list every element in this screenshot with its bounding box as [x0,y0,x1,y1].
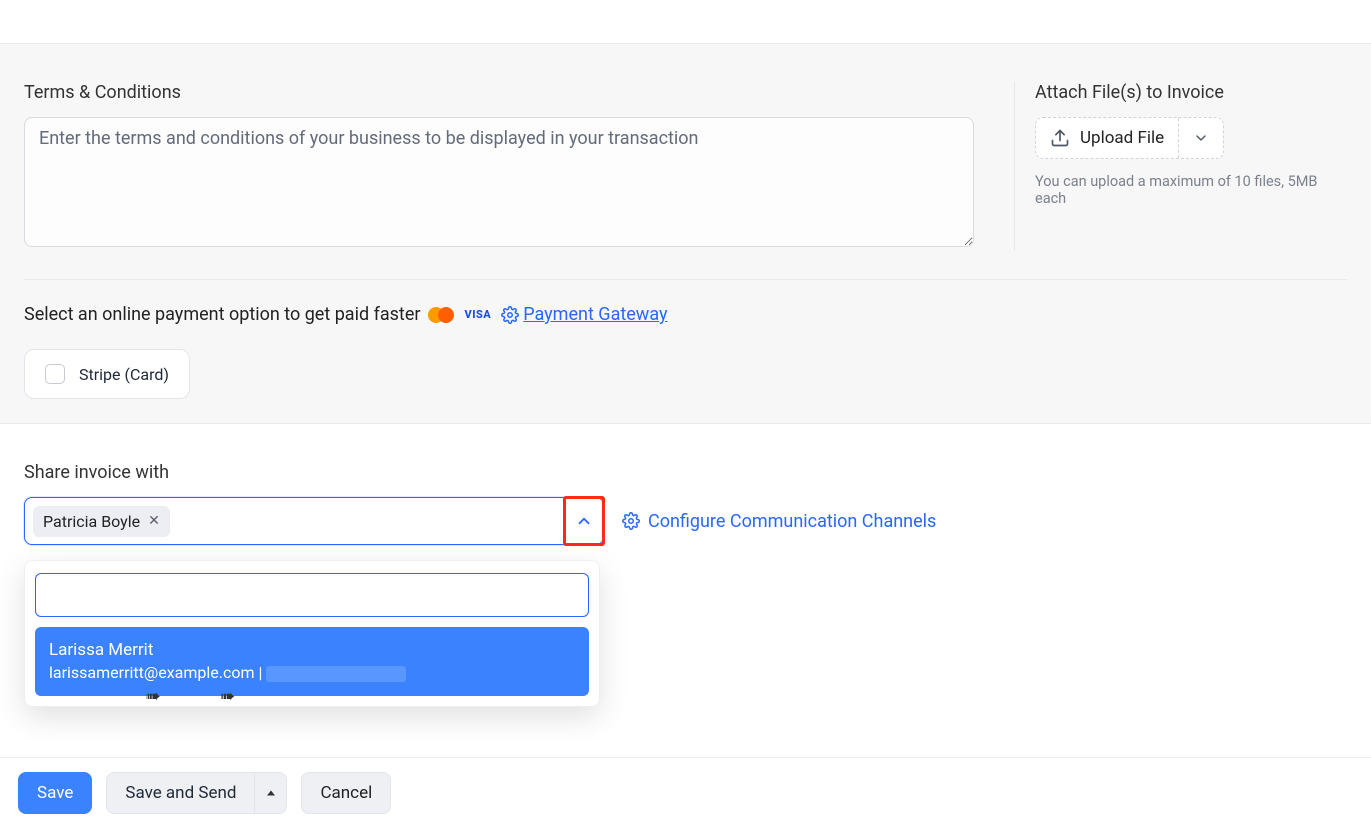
upload-file-button[interactable]: Upload File [1036,118,1179,158]
save-and-send-split: Save and Send [106,772,287,814]
share-chip: Patricia Boyle ✕ [33,506,170,537]
upload-help-text: You can upload a maximum of 10 files, 5M… [1035,173,1347,207]
save-button[interactable]: Save [18,772,92,814]
share-search-input[interactable] [35,573,589,617]
payment-prompt: Select an online payment option to get p… [24,304,420,325]
cancel-button[interactable]: Cancel [301,772,391,814]
option-email-row: larissamerritt@example.com | [49,662,575,684]
share-label: Share invoice with [24,462,1347,483]
chevron-up-icon [575,512,593,530]
configure-channels-link[interactable]: Configure Communication Channels [622,511,936,532]
settings-hint: ing to Settings ➠ Sales ➠ Invoices. [24,685,1347,706]
attach-label: Attach File(s) to Invoice [1035,82,1347,103]
upload-more-button[interactable] [1179,118,1223,158]
top-spacer [0,0,1371,44]
divider [24,279,1347,280]
payment-option-stripe[interactable]: Stripe (Card) [24,349,190,399]
share-field: Patricia Boyle ✕ [24,497,604,545]
upload-icon [1050,128,1070,148]
gear-icon [622,512,640,530]
upload-button-group: Upload File [1035,117,1224,159]
caret-up-icon [265,787,277,799]
arrow-right-icon: ➠ [146,686,161,707]
share-chip-label: Patricia Boyle [43,512,140,531]
footer-actions: Save Save and Send Cancel [0,757,1371,828]
visa-icon: VISA [464,308,491,321]
share-dropdown: Larissa Merrit larissamerritt@example.co… [24,560,600,707]
terms-textarea[interactable] [24,117,974,247]
arrow-right-icon: ➠ [220,686,235,707]
section-share: Share invoice with Patricia Boyle ✕ Conf… [0,424,1371,730]
chip-remove-icon[interactable]: ✕ [148,513,160,529]
save-and-send-more[interactable] [254,773,286,813]
gear-icon [501,306,519,324]
configure-channels-label: Configure Communication Channels [648,511,936,532]
section-terms-payment: Terms & Conditions Attach File(s) to Inv… [0,44,1371,424]
stripe-checkbox[interactable] [45,364,65,384]
mastercard-icon [428,307,456,323]
stripe-label: Stripe (Card) [79,365,169,384]
upload-file-label: Upload File [1080,128,1164,148]
payment-prompt-row: Select an online payment option to get p… [24,304,1347,325]
option-email: larissamerritt@example.com [49,663,254,682]
terms-label: Terms & Conditions [24,82,974,103]
share-dropdown-toggle[interactable] [563,496,605,546]
share-input[interactable]: Patricia Boyle ✕ [24,497,604,545]
option-redacted [266,666,406,682]
option-name: Larissa Merrit [49,639,575,662]
payment-gateway-link[interactable]: Payment Gateway [523,304,667,325]
save-and-send-button[interactable]: Save and Send [107,773,254,813]
chevron-down-icon [1193,130,1209,146]
share-dropdown-option[interactable]: Larissa Merrit larissamerritt@example.co… [35,627,589,696]
